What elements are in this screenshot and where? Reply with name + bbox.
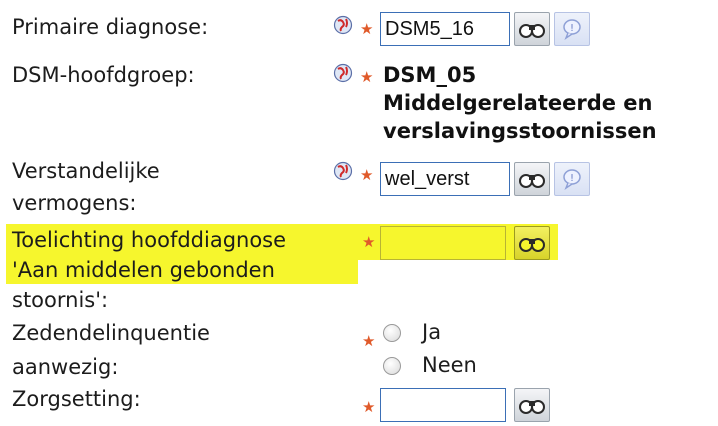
globe-icon[interactable] [333,161,353,181]
binoculars-icon [519,24,545,38]
toelichting-label-line3: stoornis': [12,288,109,312]
binoculars-icon [519,238,545,252]
lookup-button[interactable] [514,12,550,46]
binoculars-icon [519,400,545,414]
globe-icon[interactable] [333,63,353,83]
info-button[interactable]: ! [554,162,590,196]
toelichting-label-line2: 'Aan middelen gebonden [12,258,275,282]
lookup-button[interactable] [514,226,550,260]
required-star-icon: ★ [360,20,374,38]
verstandelijke-label-line2: vermogens: [12,191,137,215]
zorgsetting-field[interactable] [380,388,506,422]
required-star-icon: ★ [362,233,376,251]
svg-text:!: ! [570,23,574,34]
lookup-button[interactable] [514,388,550,422]
info-icon: ! [563,19,581,40]
binoculars-icon [519,174,545,188]
zorgsetting-label: Zorgsetting: [12,387,141,411]
verstandelijke-label-line1: Verstandelijke [12,159,160,183]
toelichting-field[interactable] [380,226,506,260]
dsm-hoofdgroep-name-line2: verslavingsstoornissen [383,119,657,143]
zeden-label-line1: Zedendelinquentie [12,321,210,345]
dsm-hoofdgroep-name-line1: Middelgerelateerde en [383,91,653,115]
dsm-hoofdgroep-label: DSM-hoofdgroep: [12,63,195,87]
radio-ja[interactable] [383,324,401,342]
svg-text:!: ! [570,173,574,184]
radio-neen[interactable] [383,357,401,375]
required-star-icon: ★ [362,398,376,416]
required-star-icon: ★ [362,332,376,350]
required-star-icon: ★ [360,166,374,184]
toelichting-label-line1: Toelichting hoofddiagnose [12,228,287,252]
verstandelijke-field[interactable]: wel_verst [380,162,510,196]
globe-icon[interactable] [333,15,353,35]
radio-neen-label: Neen [422,353,477,377]
info-icon: ! [563,169,581,190]
primaire-diagnose-label: Primaire diagnose: [12,15,209,39]
required-star-icon: ★ [360,68,374,86]
info-button[interactable]: ! [554,12,590,46]
radio-ja-label: Ja [422,320,442,344]
primaire-diagnose-field[interactable]: DSM5_16 [380,12,510,46]
dsm-hoofdgroep-code: DSM_05 [383,63,477,87]
zeden-label-line2: aanwezig: [12,355,119,379]
lookup-button[interactable] [514,162,550,196]
